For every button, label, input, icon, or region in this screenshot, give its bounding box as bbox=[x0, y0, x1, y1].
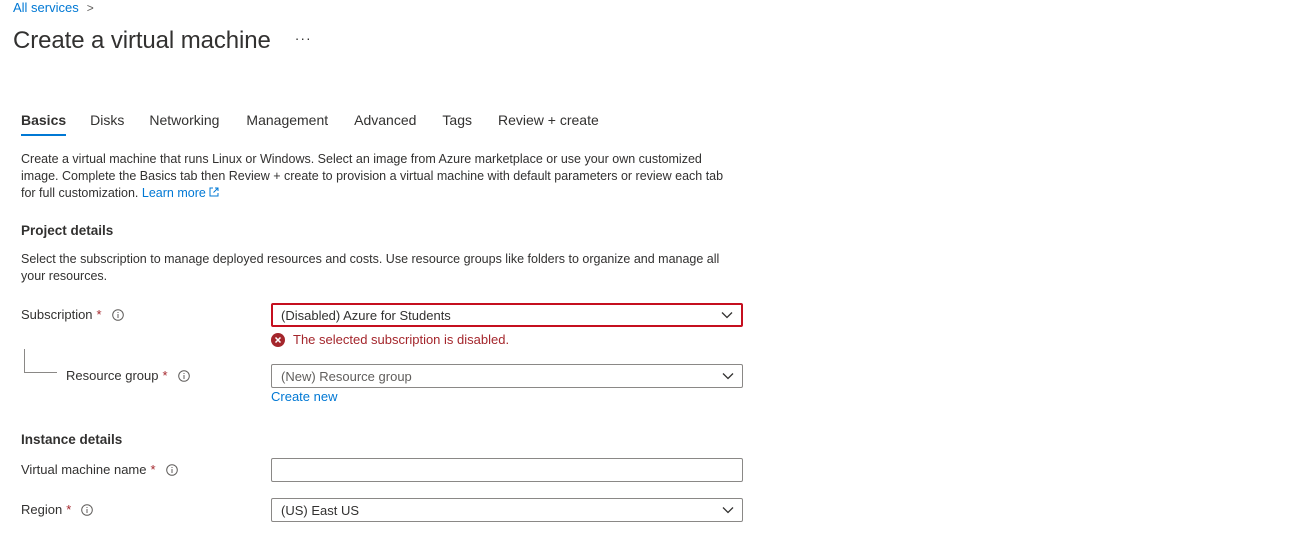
learn-more-link[interactable]: Learn more bbox=[142, 186, 219, 200]
title-row: Create a virtual machine ··· bbox=[13, 26, 312, 56]
page-title: Create a virtual machine bbox=[13, 27, 271, 54]
required-mark: * bbox=[96, 307, 102, 322]
error-icon bbox=[271, 332, 285, 347]
resource-group-label-row: Resource group * bbox=[66, 368, 190, 383]
breadcrumb-all-services[interactable]: All services bbox=[13, 0, 79, 16]
project-details-heading: Project details bbox=[21, 223, 114, 238]
learn-more-label: Learn more bbox=[141, 186, 206, 200]
vm-name-label: Virtual machine name bbox=[21, 462, 147, 477]
intro-description: Create a virtual machine that runs Linux… bbox=[21, 151, 741, 202]
subscription-label: Subscription bbox=[21, 307, 93, 322]
intro-text: Create a virtual machine that runs Linux… bbox=[21, 152, 724, 200]
tab-disks[interactable]: Disks bbox=[90, 108, 124, 136]
more-options-button[interactable]: ··· bbox=[295, 30, 312, 46]
tab-management[interactable]: Management bbox=[246, 108, 328, 136]
region-value: (US) East US bbox=[281, 502, 360, 518]
vm-name-input[interactable] bbox=[271, 458, 743, 482]
tab-bar: Basics Disks Networking Management Advan… bbox=[21, 108, 599, 138]
info-icon[interactable] bbox=[165, 463, 178, 476]
tab-tags[interactable]: Tags bbox=[442, 108, 472, 136]
instance-details-heading: Instance details bbox=[21, 432, 123, 447]
resource-group-select[interactable]: (New) Resource group bbox=[271, 364, 743, 388]
info-icon[interactable] bbox=[111, 308, 124, 321]
create-new-resource-group-link[interactable]: Create new bbox=[271, 389, 337, 404]
subscription-select[interactable]: (Disabled) Azure for Students bbox=[271, 303, 743, 327]
breadcrumb-separator: > bbox=[86, 1, 94, 15]
chevron-down-icon bbox=[722, 507, 734, 514]
region-label-row: Region * bbox=[21, 502, 94, 517]
tab-networking[interactable]: Networking bbox=[149, 108, 219, 136]
project-details-description: Select the subscription to manage deploy… bbox=[21, 252, 720, 283]
tree-connector-vertical bbox=[24, 349, 25, 373]
required-mark: * bbox=[66, 502, 72, 517]
subscription-error-text: The selected subscription is disabled. bbox=[293, 332, 510, 347]
tab-review-create[interactable]: Review + create bbox=[498, 108, 599, 136]
required-mark: * bbox=[162, 368, 168, 383]
resource-group-placeholder: (New) Resource group bbox=[281, 368, 412, 384]
chevron-down-icon bbox=[721, 312, 733, 319]
page: All services > Create a virtual machine … bbox=[0, 0, 1290, 535]
region-select[interactable]: (US) East US bbox=[271, 498, 743, 522]
tab-advanced[interactable]: Advanced bbox=[354, 108, 416, 136]
resource-group-label: Resource group bbox=[66, 368, 159, 383]
subscription-error: The selected subscription is disabled. bbox=[271, 332, 509, 347]
region-label: Region bbox=[21, 502, 63, 517]
vm-name-label-row: Virtual machine name * bbox=[21, 462, 178, 477]
info-icon[interactable] bbox=[81, 503, 94, 516]
chevron-down-icon bbox=[722, 373, 734, 380]
info-icon[interactable] bbox=[177, 369, 190, 382]
breadcrumb: All services > bbox=[13, 0, 94, 16]
external-link-icon bbox=[209, 187, 219, 197]
tab-basics[interactable]: Basics bbox=[21, 108, 67, 136]
subscription-label-row: Subscription * bbox=[21, 307, 124, 322]
subscription-value: (Disabled) Azure for Students bbox=[281, 307, 451, 323]
required-mark: * bbox=[150, 462, 156, 477]
tree-connector-horizontal bbox=[24, 372, 57, 373]
